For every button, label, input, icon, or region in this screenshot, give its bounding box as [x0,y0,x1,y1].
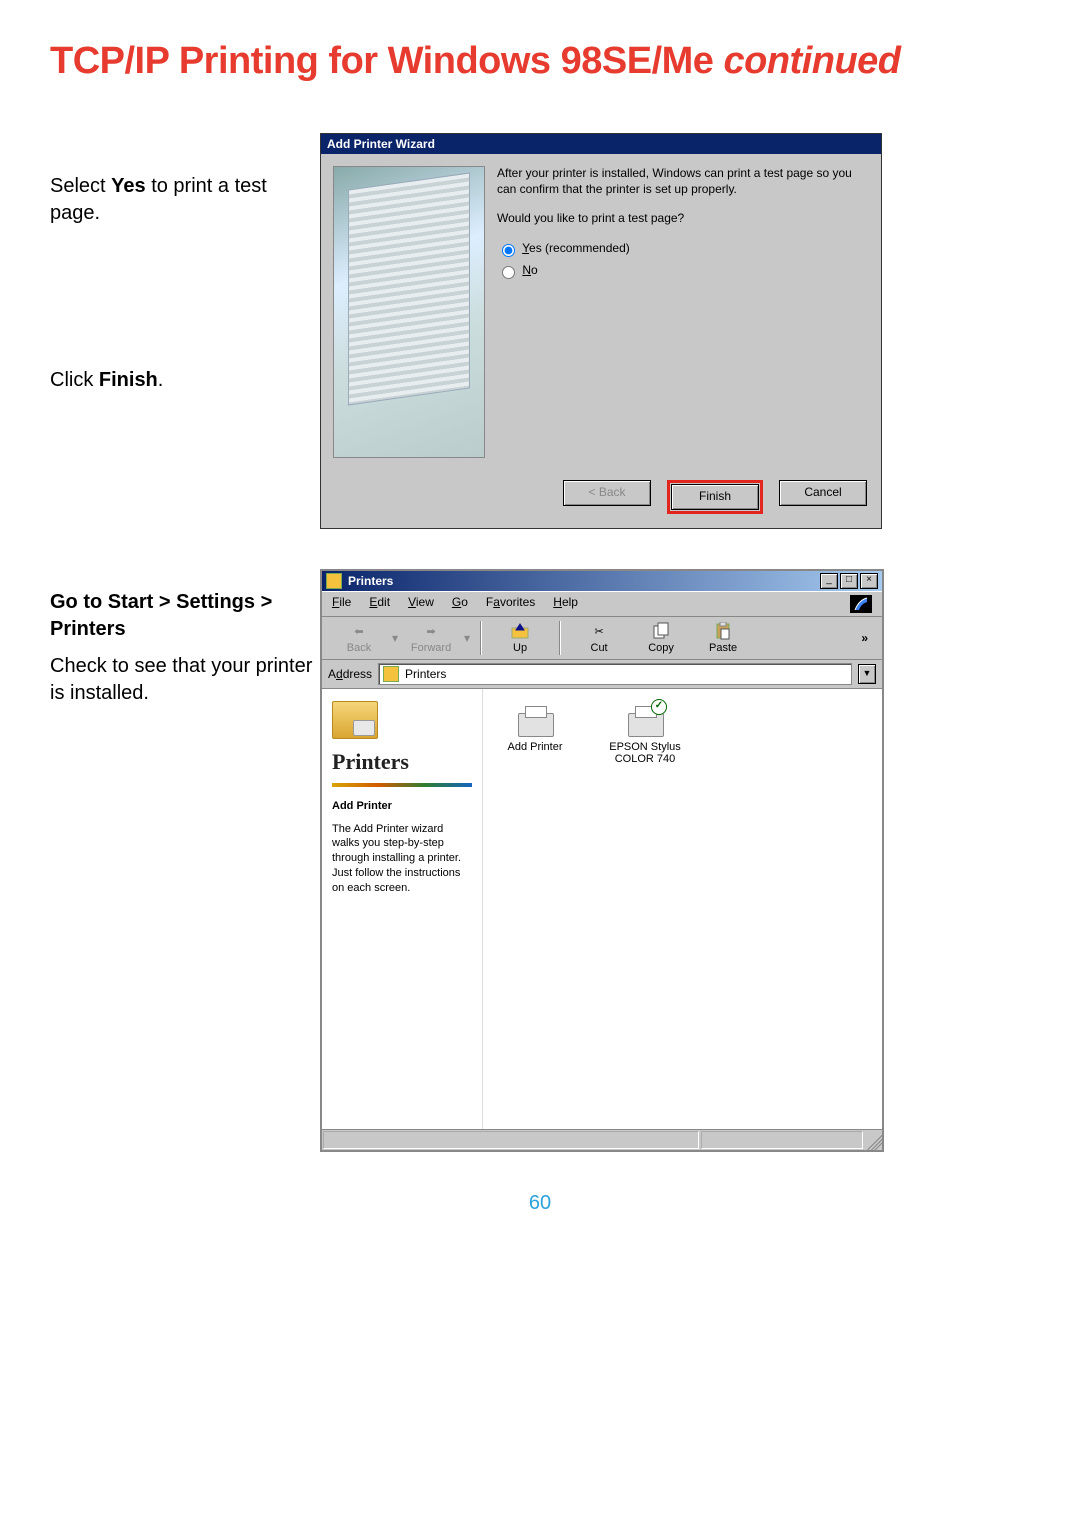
copy-toolbutton[interactable]: Copy [632,622,690,654]
printer-icon [518,713,554,737]
page-title: TCP/IP Printing for Windows 98SE/Me cont… [50,40,1030,83]
status-cell [323,1131,699,1149]
label: Cut [591,642,608,654]
side-subheading: Add Printer [332,799,472,814]
maximize-button[interactable]: □ [840,573,858,589]
window-title: Printers [348,574,820,588]
finish-button[interactable]: Finish [671,484,759,510]
folder-side-panel: Printers Add Printer The Add Printer wiz… [322,689,483,1129]
title-suffix: continued [723,40,900,82]
radio-yes[interactable]: Yes (recommended) [497,241,869,257]
side-heading: Printers [332,747,472,777]
back-button[interactable]: < Back [563,480,651,506]
text: . [158,369,164,391]
status-cell [701,1131,863,1149]
menu-go[interactable]: Go [452,595,468,613]
address-bar: Address Printers ▼ [322,660,882,689]
label: Up [513,642,527,654]
scissors-icon: ✂ [588,622,610,640]
forward-toolbutton[interactable]: ➡ Forward [402,622,460,654]
cancel-button[interactable]: Cancel [779,480,867,506]
radio-no[interactable]: No [497,263,869,279]
default-check-icon: ✓ [651,699,667,715]
item-label-line2: COLOR 740 [605,753,685,765]
toolbar: ⬅ Back ▾ ➡ Forward ▾ Up ✂ [322,617,882,660]
toolbar-overflow[interactable]: » [855,631,874,645]
menubar: File Edit View Go Favorites Help [322,591,882,617]
item-label: Add Printer [495,741,575,753]
item-label-line1: EPSON Stylus [605,741,685,753]
label: Back [347,642,371,654]
text-bold: Finish [99,369,158,391]
status-bar [322,1129,882,1150]
printers-folder-icon [332,701,378,739]
instructions-step1: Select Yes to print a test page. Click F… [50,133,320,414]
paste-icon [712,622,734,640]
close-button[interactable]: × [860,573,878,589]
finish-highlight: Finish [667,480,763,514]
menu-file[interactable]: File [332,595,351,613]
back-toolbutton[interactable]: ⬅ Back [330,622,388,654]
window-titlebar: Printers _ □ × [322,571,882,591]
menu-edit[interactable]: Edit [369,595,390,613]
menu-help[interactable]: Help [553,595,578,613]
installed-printer-item[interactable]: ✓ EPSON Stylus COLOR 740 [605,701,685,765]
title-main: TCP/IP Printing for Windows 98SE/Me [50,40,723,82]
address-label: Address [328,667,372,681]
add-printer-wizard-dialog: Add Printer Wizard After your printer is… [320,133,882,529]
radio-no-label: o [531,263,538,277]
text: Click [50,369,99,391]
printers-window: Printers _ □ × File Edit View Go Favorit… [320,569,884,1152]
resize-grip-icon[interactable] [864,1130,882,1150]
add-printer-item[interactable]: Add Printer [495,701,575,753]
up-toolbutton[interactable]: Up [491,622,549,654]
gradient-bar [332,783,472,787]
text: Select [50,175,111,197]
throbber-icon [850,595,872,613]
label: Paste [709,642,737,654]
text-bold: Yes [111,175,145,197]
check-text: Check to see that your printer is instal… [50,653,320,707]
label: Copy [648,642,674,654]
label: Forward [411,642,451,654]
paste-toolbutton[interactable]: Paste [694,622,752,654]
menu-view[interactable]: View [408,595,434,613]
dialog-title: Add Printer Wizard [321,134,881,154]
page-number: 60 [50,1192,1030,1215]
copy-icon [650,622,672,640]
wizard-message: After your printer is installed, Windows… [497,166,869,197]
minimize-button[interactable]: _ [820,573,838,589]
folder-icon [326,573,342,589]
instructions-step2: Go to Start > Settings > Printers Check … [50,569,320,727]
address-field[interactable]: Printers [378,663,852,685]
wizard-question: Would you like to print a test page? [497,211,869,227]
wizard-banner-image [333,166,485,458]
menu-favorites[interactable]: Favorites [486,595,535,613]
folder-icon [383,666,399,682]
folder-contents: Add Printer ✓ EPSON Stylus COLOR 740 [483,689,882,1129]
side-description: The Add Printer wizard walks you step-by… [332,822,472,896]
radio-yes-label: es (recommended) [529,241,630,255]
address-dropdown-button[interactable]: ▼ [858,664,876,684]
separator [480,621,481,655]
separator [559,621,560,655]
address-value: Printers [405,667,446,681]
printer-icon [628,713,664,737]
dropdown-arrow-icon[interactable]: ▾ [464,631,470,645]
forward-arrow-icon: ➡ [420,622,442,640]
cut-toolbutton[interactable]: ✂ Cut [570,622,628,654]
up-folder-icon [509,622,531,640]
nav-path: Go to Start > Settings > Printers [50,589,320,643]
back-arrow-icon: ⬅ [348,622,370,640]
dropdown-arrow-icon[interactable]: ▾ [392,631,398,645]
radio-yes-input[interactable] [502,244,515,257]
radio-no-input[interactable] [502,266,515,279]
